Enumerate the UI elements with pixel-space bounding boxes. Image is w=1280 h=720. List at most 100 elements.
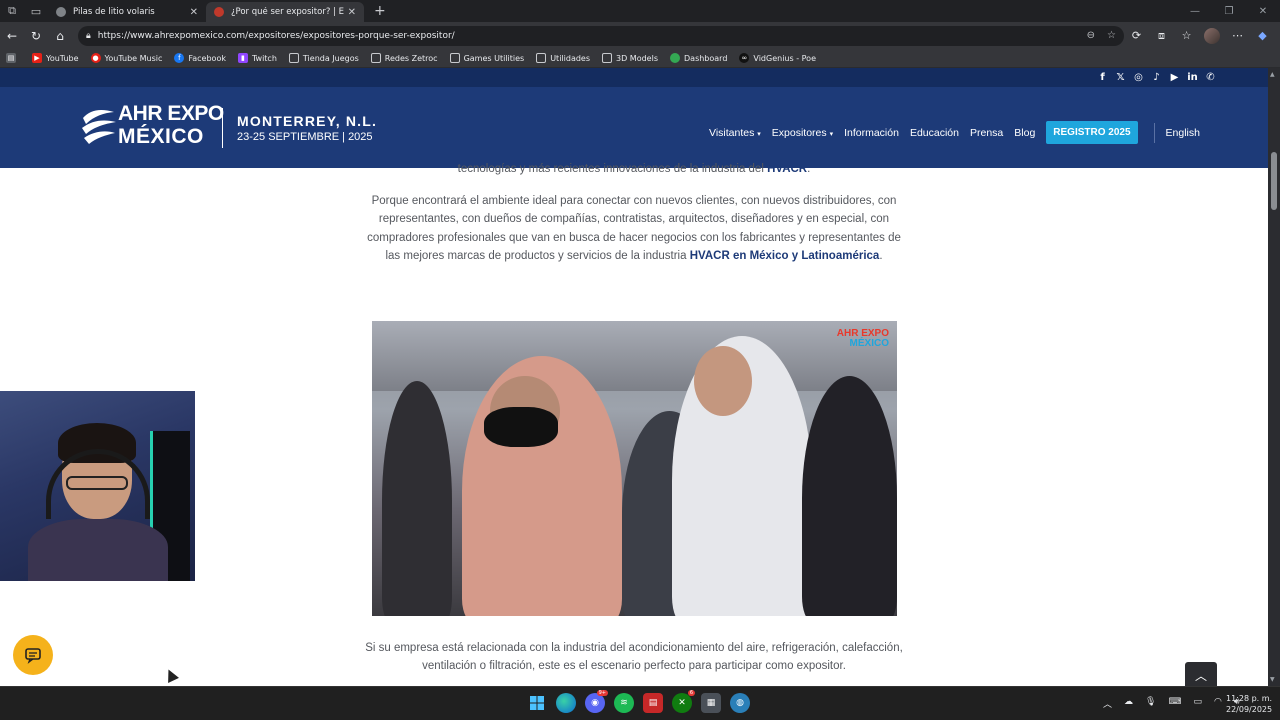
bookmark-tienda-juegos[interactable]: Tienda Juegos xyxy=(288,53,359,63)
folder-icon xyxy=(602,53,613,63)
chevron-down-icon: ▾ xyxy=(757,130,761,138)
bookmark-youtube-music[interactable]: ● YouTube Music xyxy=(90,53,162,63)
scrollbar-thumb[interactable] xyxy=(1271,152,1277,210)
windows-taskbar: ◉ 9+ ≋ ▤ ✕ 6 ▦ ◍ ︿ ☁ 🎙︎ ⌨ ▭ ◠ 🔊︎ 11:28 p. … xyxy=(0,686,1280,720)
webcam-overlay xyxy=(0,391,195,581)
nav-visitantes[interactable]: Visitantes ▾ xyxy=(709,127,761,139)
logo-line2: MÉXICO xyxy=(118,125,204,148)
youtube-icon[interactable]: ▶ xyxy=(1169,72,1180,83)
onedrive-icon[interactable]: ☁ xyxy=(1124,697,1133,710)
bookmark-3d-models[interactable]: 3D Models xyxy=(602,53,658,63)
tab-title: ¿Por qué ser expositor? | Empresa xyxy=(231,7,344,17)
chevron-down-icon: ▾ xyxy=(829,130,834,138)
bookmark-youtube[interactable]: ▶ YouTube xyxy=(32,53,79,63)
profile-avatar[interactable] xyxy=(1204,27,1220,44)
page-scrollbar[interactable]: ▲ ▼ xyxy=(1268,68,1280,686)
tab-title: Pilas de litio volaris xyxy=(73,7,155,17)
mouse-cursor-icon xyxy=(163,667,179,683)
lock-icon[interactable]: 🔒︎ xyxy=(86,31,91,41)
bookmark-redes-zetroc[interactable]: Redes Zetroc xyxy=(370,53,438,63)
nav-expositores[interactable]: Expositores ▾ xyxy=(772,127,833,139)
tab-pilas[interactable]: Pilas de litio volaris ✕ xyxy=(48,2,206,22)
youtube-icon: ▶ xyxy=(32,53,42,63)
back-to-top-button[interactable]: ︿ xyxy=(1185,662,1217,686)
microphone-icon[interactable]: 🎙︎ xyxy=(1145,697,1156,710)
close-window-icon[interactable]: ✕ xyxy=(1246,6,1280,17)
minimize-icon[interactable]: — xyxy=(1178,6,1212,17)
edge-icon[interactable] xyxy=(556,693,576,713)
back-icon[interactable]: ← xyxy=(0,29,24,43)
restore-icon[interactable]: ❐ xyxy=(1212,6,1246,17)
bookmark-games-utilities[interactable]: Games Utilities xyxy=(449,53,524,63)
calculator-icon[interactable]: ▦ xyxy=(701,693,721,713)
folder-icon xyxy=(449,53,460,63)
start-icon[interactable] xyxy=(527,693,547,713)
tray-chevron-up-icon[interactable]: ︿ xyxy=(1103,697,1112,710)
scroll-up-icon[interactable]: ▲ xyxy=(1270,71,1275,78)
folder-icon xyxy=(536,53,547,63)
more-menu-icon[interactable]: ⋯ xyxy=(1225,29,1250,42)
discord-icon[interactable]: ◉ 9+ xyxy=(585,690,608,713)
chat-icon xyxy=(25,648,41,664)
refresh-icon[interactable]: ↻ xyxy=(24,29,48,43)
favorites-icon[interactable]: ☆ xyxy=(1174,29,1199,42)
dashboard-icon xyxy=(670,53,680,63)
spotify-icon[interactable]: ≋ xyxy=(614,693,634,713)
ahr-expo-logo[interactable]: AHR EXPO MÉXICO xyxy=(80,103,224,147)
nav-educacion[interactable]: Educación xyxy=(910,127,959,139)
vertical-tabs-icon[interactable]: ▭ xyxy=(24,0,48,22)
scroll-down-icon[interactable]: ▼ xyxy=(1270,676,1275,683)
xbox-icon[interactable]: ✕ 6 xyxy=(672,690,695,713)
wifi-icon[interactable]: ◠ xyxy=(1214,697,1222,710)
taskbar-clock[interactable]: 11:28 p. m. 22/09/2025 xyxy=(1226,693,1272,715)
browser-globe-icon[interactable]: ◍ xyxy=(730,693,750,713)
new-tab-icon[interactable]: + xyxy=(364,3,396,19)
split-screen-icon[interactable]: ⧈ xyxy=(1149,29,1174,43)
event-city: MONTERREY, N.L. xyxy=(237,113,378,129)
instagram-icon[interactable]: ◎ xyxy=(1133,72,1144,83)
reader-icon[interactable]: ⊖ xyxy=(1087,30,1095,41)
bookmark-facebook[interactable]: f Facebook xyxy=(174,53,226,63)
nav-prensa[interactable]: Prensa xyxy=(970,127,1003,139)
close-tab-icon[interactable]: ✕ xyxy=(190,7,198,18)
facebook-icon[interactable]: f xyxy=(1097,72,1108,83)
bookmark-dashboard[interactable]: Dashboard xyxy=(670,53,727,63)
web-page: f 𝕏 ◎ ♪ ▶ in ✆ AHR EXPO MÉXICO MONTERREY… xyxy=(0,68,1268,686)
url-text[interactable]: https://www.ahrexpomexico.com/expositore… xyxy=(98,31,1075,41)
tiktok-icon[interactable]: ♪ xyxy=(1151,72,1162,83)
window-controls: — ❐ ✕ xyxy=(1178,6,1280,17)
tab-expositor[interactable]: ¿Por qué ser expositor? | Empresa ✕ xyxy=(206,2,364,22)
copilot-icon[interactable]: ◆ xyxy=(1250,29,1275,42)
nav-blog[interactable]: Blog xyxy=(1014,127,1035,139)
bookmark-collections-icon[interactable]: ▤ xyxy=(6,53,20,63)
system-tray: ︿ ☁ 🎙︎ ⌨ ▭ ◠ 🔊︎ xyxy=(1103,697,1240,710)
linkedin-icon[interactable]: in xyxy=(1187,72,1198,83)
media-app-icon[interactable]: ▤ xyxy=(643,693,663,713)
bookmark-utilidades[interactable]: Utilidades xyxy=(536,53,590,63)
favorite-star-icon[interactable]: ☆ xyxy=(1107,30,1116,41)
logo-divider xyxy=(222,108,223,148)
logo-line1: AHR EXPO xyxy=(118,102,224,125)
chat-button[interactable] xyxy=(13,635,53,675)
bookmark-twitch[interactable]: ▮ Twitch xyxy=(237,53,277,63)
close-tab-icon[interactable]: ✕ xyxy=(348,7,356,18)
nav-informacion[interactable]: Información xyxy=(844,127,899,139)
keyboard-icon[interactable]: ⌨ xyxy=(1168,697,1181,710)
globe-icon xyxy=(56,7,66,17)
language-english-link[interactable]: English xyxy=(1166,127,1200,139)
registro-button[interactable]: REGISTRO 2025 xyxy=(1046,121,1138,144)
workspaces-icon[interactable]: ⧉ xyxy=(0,0,24,22)
logo-wave-icon xyxy=(82,110,116,144)
folder-icon xyxy=(288,53,299,63)
extensions-icon[interactable]: ⟳ xyxy=(1124,29,1149,42)
x-icon[interactable]: 𝕏 xyxy=(1115,72,1126,83)
url-field[interactable]: 🔒︎ https://www.ahrexpomexico.com/exposit… xyxy=(78,25,1124,46)
whatsapp-icon[interactable]: ✆ xyxy=(1205,72,1216,83)
bookmark-vidgenius[interactable]: ∞ VidGenius - Poe xyxy=(739,53,816,63)
display-icon[interactable]: ▭ xyxy=(1193,697,1202,710)
home-icon[interactable]: ⌂ xyxy=(48,29,72,43)
ahr-favicon-icon xyxy=(214,7,224,17)
facebook-icon: f xyxy=(174,53,185,63)
body-paragraph-2: Si su empresa está relacionada con la in… xyxy=(365,642,903,673)
event-dates: 23-25 SEPTIEMBRE | 2025 xyxy=(237,131,373,143)
